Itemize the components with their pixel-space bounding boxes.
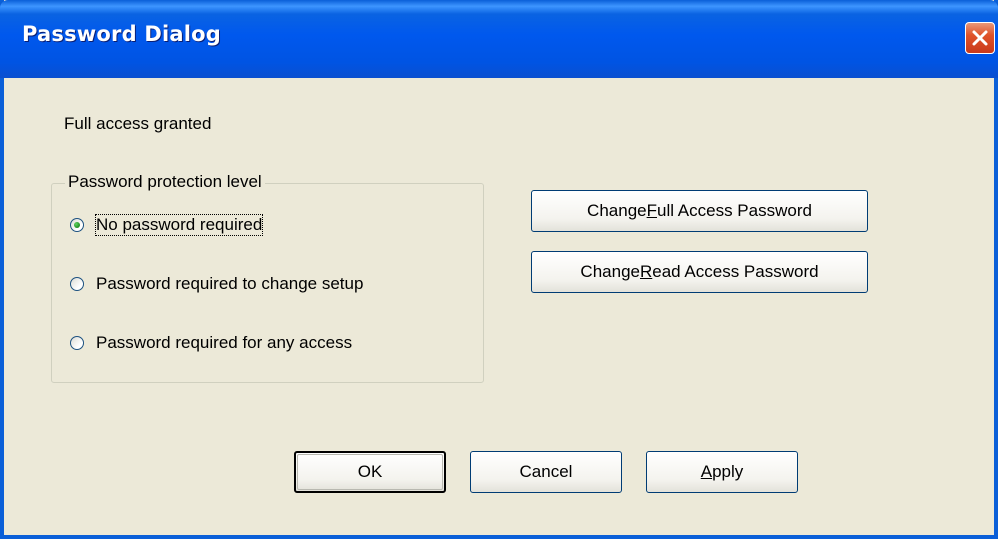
window-title: Password Dialog (22, 22, 221, 46)
dialog-body: Full access granted Password protection … (4, 78, 994, 535)
mnemonic-letter: R (639, 262, 653, 281)
radio-label-change-setup: Password required to change setup (96, 274, 364, 293)
apply-button[interactable]: Apply (646, 451, 798, 493)
radio-button-selected[interactable] (70, 218, 84, 232)
title-bar[interactable]: Password Dialog (0, 0, 998, 78)
password-protection-groupbox: Password protection level No password re… (51, 172, 484, 383)
mnemonic-letter: F (646, 201, 657, 220)
change-read-access-password-button[interactable]: Change Read Access Password (531, 251, 868, 293)
ok-button[interactable]: OK (294, 451, 446, 493)
radio-password-change-setup[interactable]: Password required to change setup (70, 271, 363, 297)
change-full-access-password-button[interactable]: Change Full Access Password (531, 190, 868, 232)
access-status-text: Full access granted (64, 114, 212, 133)
cancel-button-label: Cancel (519, 462, 573, 481)
button-label-part: ead Access Password (652, 262, 819, 281)
button-label-part: Change (580, 262, 640, 281)
radio-label-any-access: Password required for any access (96, 333, 353, 352)
ok-button-label: OK (357, 462, 383, 481)
groupbox-label: Password protection level (65, 172, 265, 192)
button-label-part: pply (712, 462, 744, 481)
radio-password-any-access[interactable]: Password required for any access (70, 330, 352, 356)
password-dialog-window: Password Dialog Full access granted Pass… (0, 0, 998, 539)
button-label-part: ull Access Password (657, 201, 812, 220)
radio-no-password[interactable]: No password required (70, 212, 264, 238)
radio-label-no-password: No password required (94, 214, 264, 236)
button-label-part: Change (587, 201, 647, 220)
mnemonic-letter: A (700, 462, 713, 481)
radio-button[interactable] (70, 336, 84, 350)
close-button[interactable] (965, 22, 995, 54)
close-icon (972, 30, 988, 46)
cancel-button[interactable]: Cancel (470, 451, 622, 493)
radio-button[interactable] (70, 277, 84, 291)
